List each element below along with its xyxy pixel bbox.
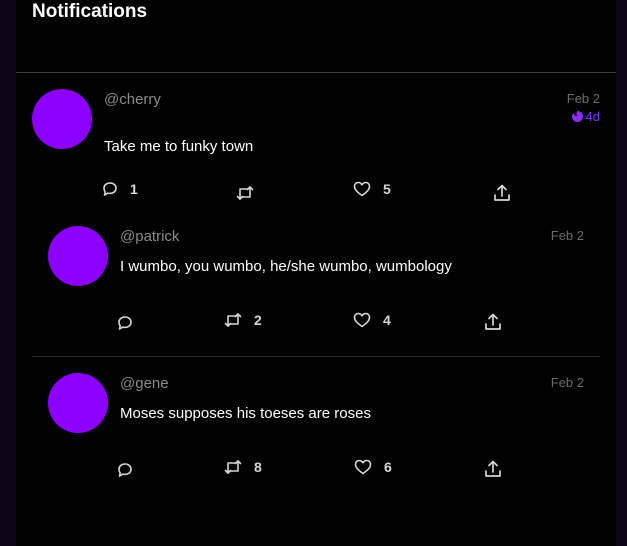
post-handle[interactable]: @gene xyxy=(120,375,169,392)
reply-button[interactable] xyxy=(117,462,145,478)
post-item[interactable]: @cherry Feb 2 4d Take me to funky town 1 xyxy=(16,73,616,213)
post-text: Take me to funky town xyxy=(104,138,254,155)
share-button[interactable] xyxy=(493,184,511,202)
share-icon xyxy=(484,313,502,331)
post-item[interactable]: @patrick Feb 2 I wumbo, you wumbo, he/sh… xyxy=(32,213,600,353)
repost-button[interactable]: 8 xyxy=(224,459,262,475)
post-handle[interactable]: @patrick xyxy=(120,228,179,245)
post-handle[interactable]: @cherry xyxy=(104,91,161,108)
repost-icon xyxy=(224,312,242,328)
share-button[interactable] xyxy=(484,460,502,478)
like-button[interactable]: 5 xyxy=(353,181,391,197)
repost-button[interactable] xyxy=(236,185,266,201)
like-count: 5 xyxy=(383,181,391,197)
post-item[interactable]: @gene Feb 2 Moses supposes his toeses ar… xyxy=(32,357,600,497)
post-date: Feb 2 xyxy=(550,228,584,243)
like-count: 6 xyxy=(384,459,392,475)
like-button[interactable]: 6 xyxy=(354,459,392,475)
like-button[interactable]: 4 xyxy=(353,312,391,328)
main-column: Notifications @cherry Feb 2 4d Take me t… xyxy=(16,0,616,546)
header: Notifications xyxy=(16,0,616,73)
page-title: Notifications xyxy=(32,1,148,22)
avatar[interactable] xyxy=(48,373,108,433)
post-date: Feb 2 xyxy=(550,375,584,390)
repost-count: 2 xyxy=(254,312,262,328)
reply-count: 1 xyxy=(130,181,138,197)
post-age: 4d xyxy=(571,109,600,124)
heart-icon xyxy=(353,312,371,328)
reply-icon xyxy=(117,315,133,331)
share-button[interactable] xyxy=(484,313,502,331)
reply-button[interactable] xyxy=(117,315,145,331)
heart-icon xyxy=(354,459,372,475)
post-text: Moses supposes his toeses are roses xyxy=(120,405,371,422)
heart-icon xyxy=(353,181,371,197)
drop-icon xyxy=(571,110,584,123)
app-window: Notifications @cherry Feb 2 4d Take me t… xyxy=(0,0,627,546)
post-text: I wumbo, you wumbo, he/she wumbo, wumbol… xyxy=(120,258,452,275)
share-icon xyxy=(493,184,511,202)
avatar[interactable] xyxy=(48,226,108,286)
reply-icon xyxy=(117,462,133,478)
post-date: Feb 2 xyxy=(566,91,600,106)
post-age-label: 4d xyxy=(585,109,600,124)
reply-icon xyxy=(102,181,118,197)
repost-icon xyxy=(236,185,254,201)
like-count: 4 xyxy=(383,312,391,328)
repost-button[interactable]: 2 xyxy=(224,312,262,328)
repost-count: 8 xyxy=(254,459,262,475)
reply-button[interactable]: 1 xyxy=(102,181,138,197)
avatar[interactable] xyxy=(32,89,92,149)
share-icon xyxy=(484,460,502,478)
repost-icon xyxy=(224,459,242,475)
